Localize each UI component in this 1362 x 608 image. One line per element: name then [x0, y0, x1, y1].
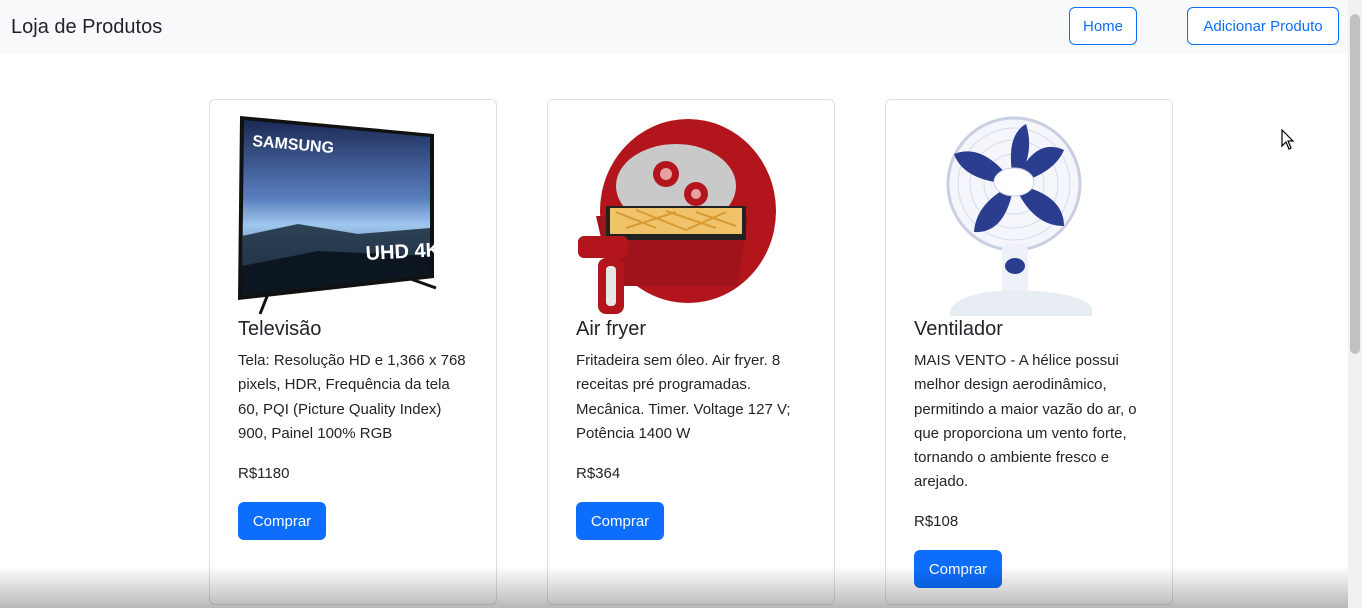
buy-button-airfryer[interactable]: Comprar — [576, 502, 664, 540]
fan-image — [946, 116, 1092, 316]
product-title: Televisão — [238, 318, 322, 340]
product-price: R$108 — [914, 513, 959, 530]
brand-title[interactable]: Loja de Produtos — [11, 16, 162, 39]
mouse-cursor-icon — [1281, 129, 1295, 150]
product-card-airfryer: Air fryer Fritadeira sem óleo. Air fryer… — [547, 99, 835, 605]
product-price: R$364 — [576, 465, 621, 482]
buy-button-tv[interactable]: Comprar — [238, 502, 326, 540]
product-description: Tela: Resolução HD e 1,366 x 768 pixels,… — [238, 352, 466, 442]
product-price: R$1180 — [238, 465, 290, 482]
tv-image: SAMSUNG UHD 4K — [238, 116, 441, 315]
add-product-button[interactable]: Adicionar Produto — [1187, 7, 1339, 45]
vertical-scrollbar[interactable] — [1348, 0, 1362, 608]
product-description: MAIS VENTO - A hélice possui melhor desi… — [914, 352, 1137, 491]
product-description: Fritadeira sem óleo. Air fryer. 8 receit… — [576, 352, 791, 442]
product-title: Ventilador — [914, 318, 1003, 340]
home-button[interactable]: Home — [1069, 7, 1137, 45]
buy-button-fan[interactable]: Comprar — [914, 550, 1002, 588]
scrollbar-thumb[interactable] — [1350, 14, 1360, 354]
product-title: Air fryer — [576, 318, 646, 340]
tv-badge-text: UHD 4K — [365, 239, 441, 265]
airfryer-image — [578, 119, 776, 314]
product-card-tv: SAMSUNG UHD 4K Televisão Tela: Resolução… — [209, 99, 497, 605]
navbar: Loja de Produtos Home Adicionar Produto — [0, 0, 1348, 54]
product-card-fan: Ventilador MAIS VENTO - A hélice possui … — [885, 99, 1173, 605]
